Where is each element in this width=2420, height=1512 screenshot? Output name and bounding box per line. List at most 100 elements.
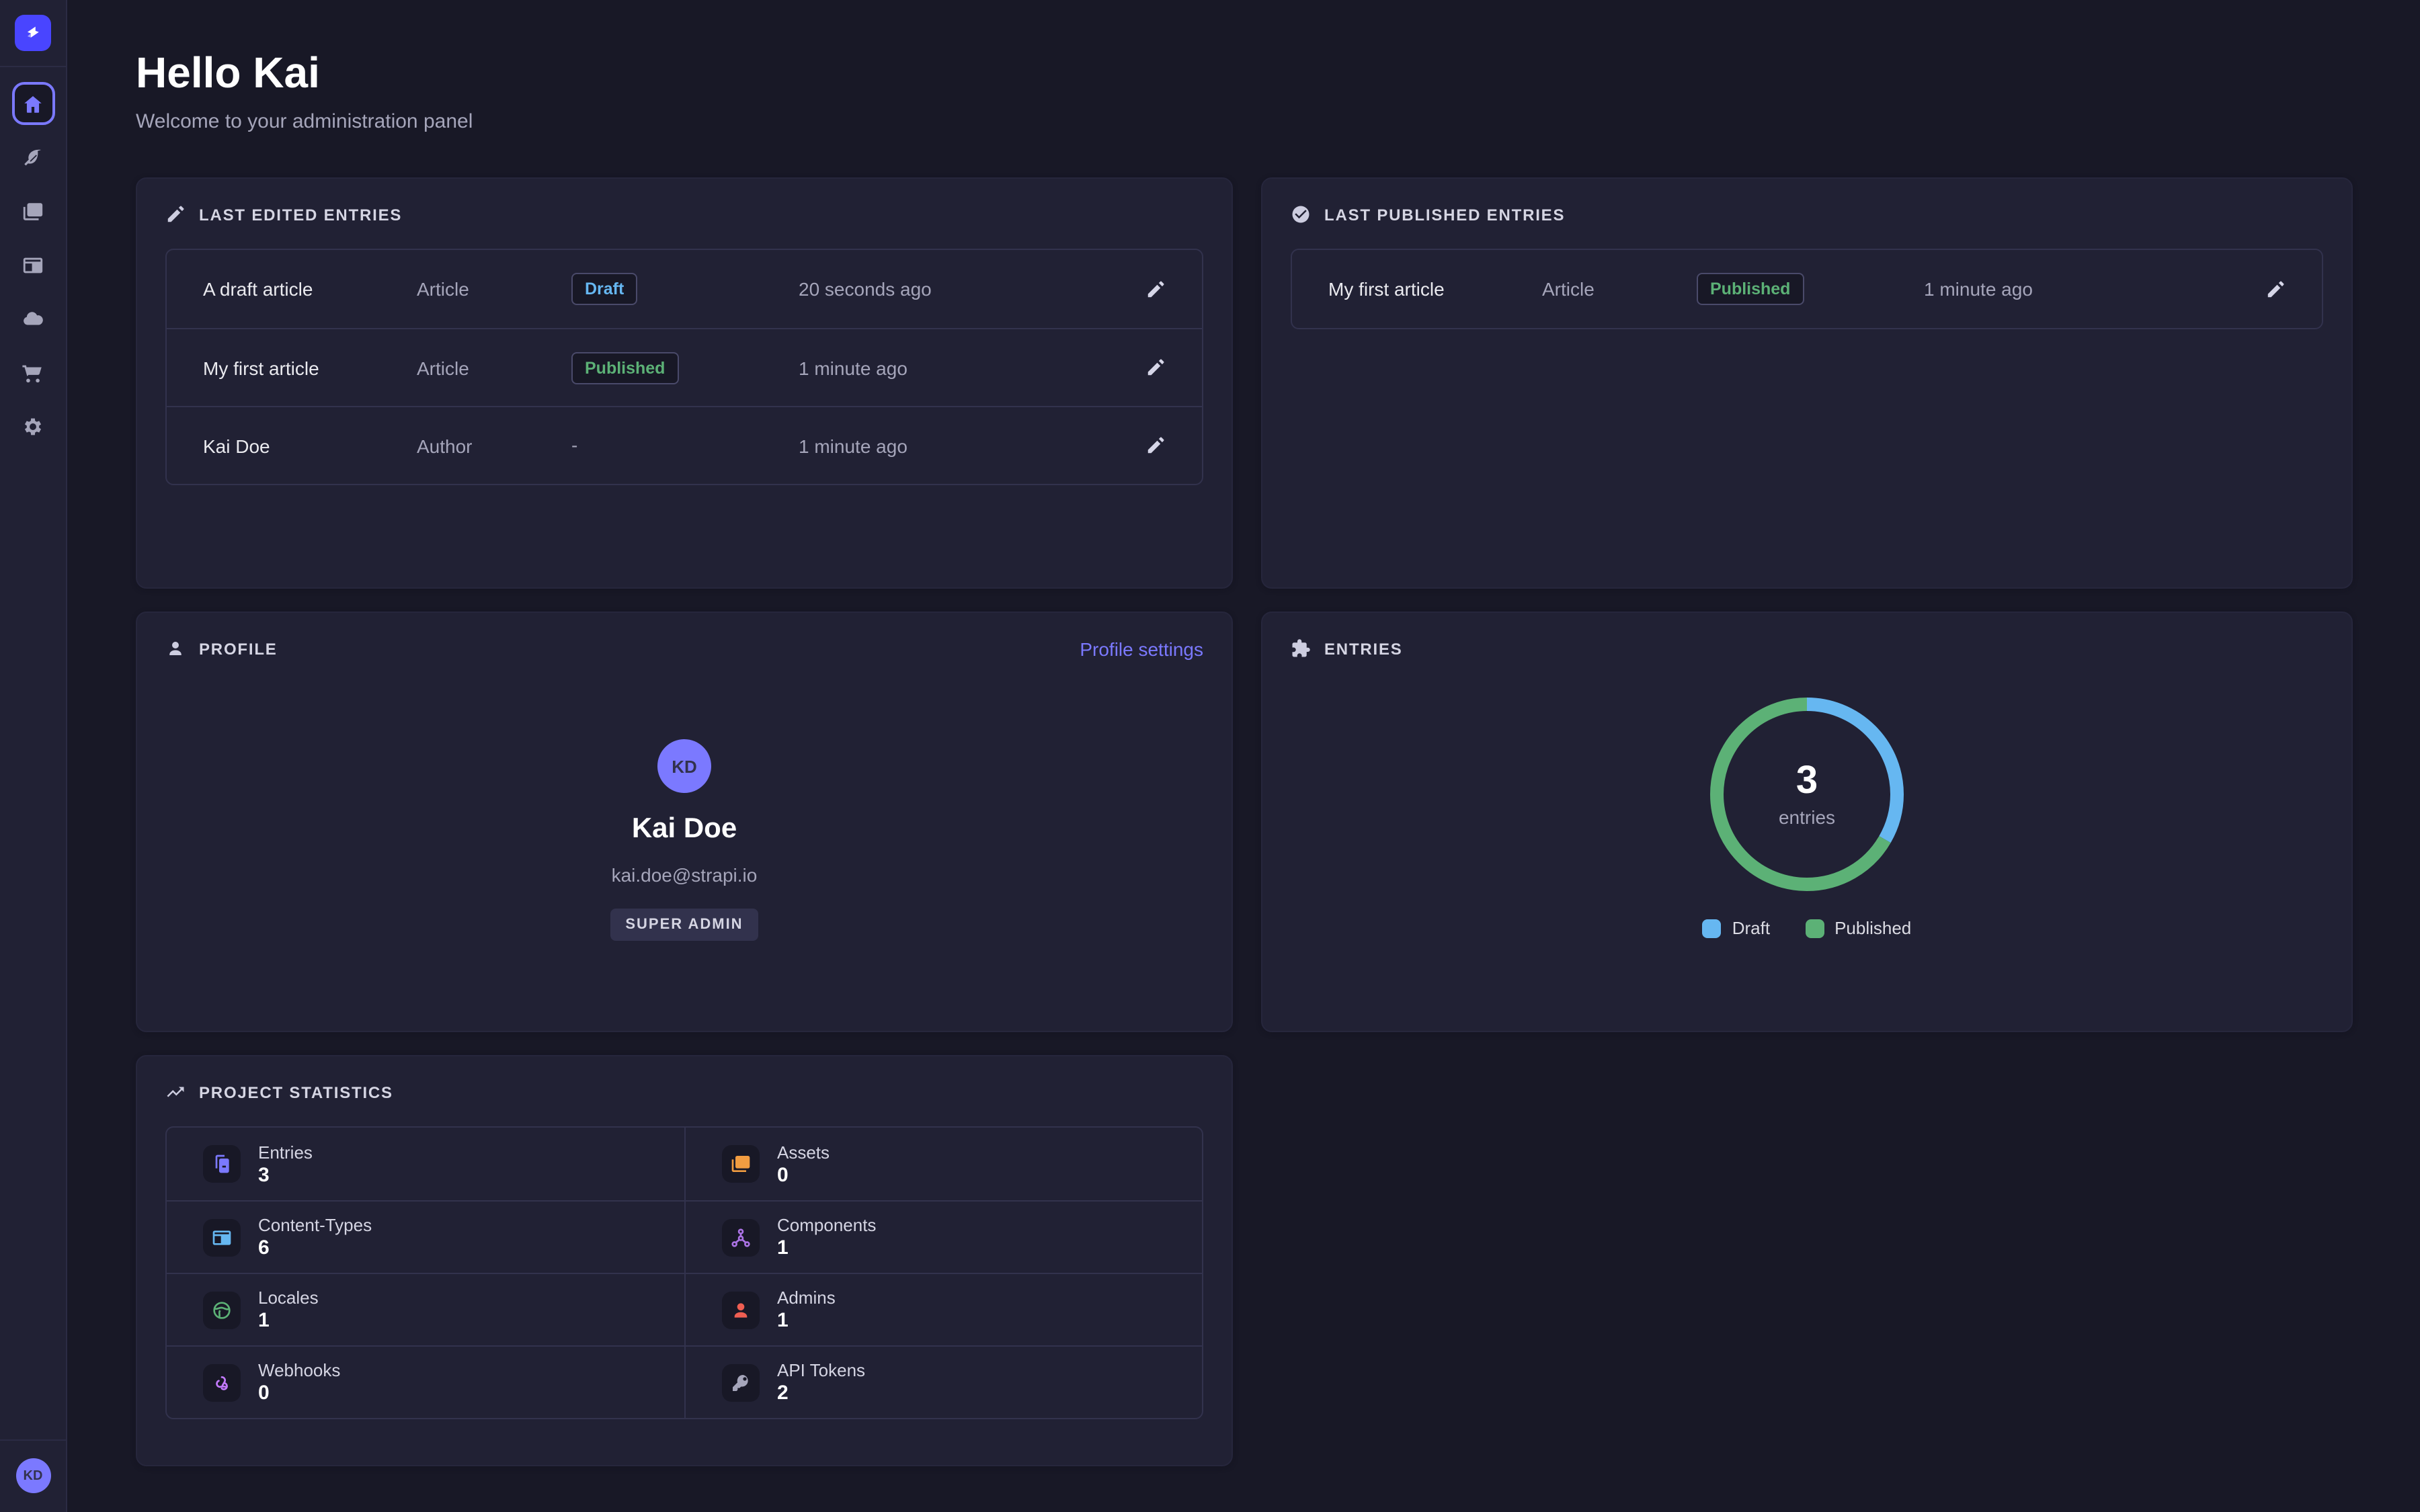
entries-donut-chart: 3 entries (1706, 694, 1908, 895)
pictures-icon (722, 1145, 760, 1183)
pencil-icon (1145, 279, 1166, 299)
pencil-icon (1145, 358, 1166, 378)
sidebar-item-media-library[interactable] (11, 190, 54, 233)
stats-grid: Entries3 Assets0 Content-Types6 (165, 1126, 1203, 1419)
panel-last-published-title: LAST PUBLISHED ENTRIES (1291, 204, 2323, 224)
puzzle-icon (1291, 638, 1311, 659)
trend-up-icon (165, 1082, 186, 1102)
panel-profile-label: PROFILE (199, 639, 278, 658)
stat-api-tokens: API Tokens2 (684, 1345, 1202, 1418)
role-badge: SUPER ADMIN (610, 909, 758, 941)
stat-value: 6 (258, 1236, 372, 1259)
stat-components: Components1 (684, 1200, 1202, 1273)
molecule-icon (722, 1218, 760, 1256)
legend-swatch-draft (1703, 919, 1722, 937)
stat-webhooks: Webhooks0 (167, 1345, 684, 1418)
entry-name: My first article (203, 357, 417, 378)
stat-value: 1 (777, 1236, 876, 1259)
stat-locales: Locales1 (167, 1273, 684, 1345)
cart-icon (22, 361, 44, 384)
entries-body: 3 entries Draft Published (1291, 694, 2323, 938)
layout-icon (22, 253, 44, 276)
strapi-admin-dashboard: KD Hello Kai Welcome to your administrat… (0, 0, 2420, 1512)
strapi-logo-icon[interactable] (15, 15, 51, 51)
images-icon (22, 200, 44, 222)
stat-label: Content-Types (258, 1215, 372, 1235)
sidebar-item-content-manager[interactable] (11, 136, 54, 179)
webhook-icon (203, 1363, 241, 1401)
check-circle-icon (1291, 204, 1311, 224)
edit-entry-button[interactable] (1145, 435, 1166, 456)
edit-entry-button[interactable] (1145, 279, 1166, 299)
table-row[interactable]: Kai Doe Author - 1 minute ago (167, 406, 1202, 484)
entry-time: 1 minute ago (799, 357, 1145, 378)
panel-stats-title: PROJECT STATISTICS (165, 1082, 1203, 1102)
last-published-table: My first article Article Published 1 min… (1291, 249, 2323, 329)
stat-label: Assets (777, 1142, 830, 1162)
pencil-icon (165, 204, 186, 224)
stat-value: 0 (777, 1163, 830, 1186)
stat-value: 1 (258, 1309, 319, 1332)
panel-profile-title: PROFILE (165, 638, 1203, 659)
user-icon (165, 638, 186, 659)
stat-value: 3 (258, 1163, 313, 1186)
entry-kind: Author (417, 435, 571, 456)
status-badge: Published (571, 351, 678, 384)
profile-body: KD Kai Doe kai.doe@strapi.io SUPER ADMIN (165, 739, 1203, 941)
entry-kind: Article (417, 278, 571, 300)
key-icon (722, 1363, 760, 1401)
entry-kind: Article (417, 357, 571, 378)
cloud-icon (22, 307, 44, 330)
sidebar-item-content-type-builder[interactable] (11, 243, 54, 286)
entry-name: A draft article (203, 278, 417, 300)
status-badge: Draft (571, 273, 637, 305)
legend-item-published: Published (1805, 918, 1911, 938)
panel-last-edited-label: LAST EDITED ENTRIES (199, 205, 402, 224)
table-row[interactable]: My first article Article Published 1 min… (167, 328, 1202, 406)
sidebar: KD (0, 0, 67, 1512)
sidebar-item-deploy[interactable] (11, 297, 54, 340)
sidebar-nav (11, 67, 54, 458)
edit-entry-button[interactable] (2265, 279, 2286, 299)
profile-email: kai.doe@strapi.io (612, 864, 758, 886)
entry-time: 20 seconds ago (799, 278, 1145, 300)
home-icon (22, 92, 44, 115)
panel-project-statistics: PROJECT STATISTICS Entries3 Assets0 (136, 1055, 1233, 1466)
user-avatar[interactable]: KD (15, 1458, 50, 1493)
panel-profile: PROFILE Profile settings KD Kai Doe kai.… (136, 612, 1233, 1032)
legend-label-draft: Draft (1732, 918, 1770, 938)
page-title: Hello Kai (136, 48, 2420, 98)
stat-label: Entries (258, 1142, 313, 1162)
panel-last-published-entries: LAST PUBLISHED ENTRIES My first article … (1261, 177, 2353, 589)
profile-settings-link[interactable]: Profile settings (1080, 638, 1203, 660)
chart-legend: Draft Published (1703, 918, 1912, 938)
sidebar-item-home[interactable] (11, 82, 54, 125)
page-subtitle: Welcome to your administration panel (136, 110, 2420, 133)
entry-time: 1 minute ago (1924, 278, 2265, 300)
layout-icon (203, 1218, 241, 1256)
sidebar-bottom: KD (0, 1439, 66, 1512)
profile-name: Kai Doe (632, 813, 737, 845)
panel-last-edited-title: LAST EDITED ENTRIES (165, 204, 1203, 224)
dashboard-grid: LAST EDITED ENTRIES A draft article Arti… (136, 177, 2353, 1466)
feather-icon (22, 146, 44, 169)
pencil-icon (1145, 435, 1166, 456)
profile-avatar: KD (657, 739, 711, 793)
table-row[interactable]: A draft article Article Draft 20 seconds… (167, 250, 1202, 328)
sidebar-item-marketplace[interactable] (11, 351, 54, 394)
panel-entries: ENTRIES 3 entries (1261, 612, 2353, 1032)
legend-label-published: Published (1834, 918, 1911, 938)
panel-last-published-label: LAST PUBLISHED ENTRIES (1324, 205, 1565, 224)
last-edited-table: A draft article Article Draft 20 seconds… (165, 249, 1203, 485)
pencil-icon (2265, 279, 2286, 299)
globe-icon (203, 1291, 241, 1329)
stat-value: 2 (777, 1382, 865, 1404)
edit-entry-button[interactable] (1145, 358, 1166, 378)
stat-assets: Assets0 (684, 1128, 1202, 1200)
sidebar-item-settings[interactable] (11, 405, 54, 448)
stat-value: 1 (777, 1309, 836, 1332)
status-empty: - (571, 433, 577, 455)
table-row[interactable]: My first article Article Published 1 min… (1292, 250, 2322, 328)
stat-value: 0 (258, 1382, 340, 1404)
donut-center: 3 entries (1706, 694, 1908, 895)
